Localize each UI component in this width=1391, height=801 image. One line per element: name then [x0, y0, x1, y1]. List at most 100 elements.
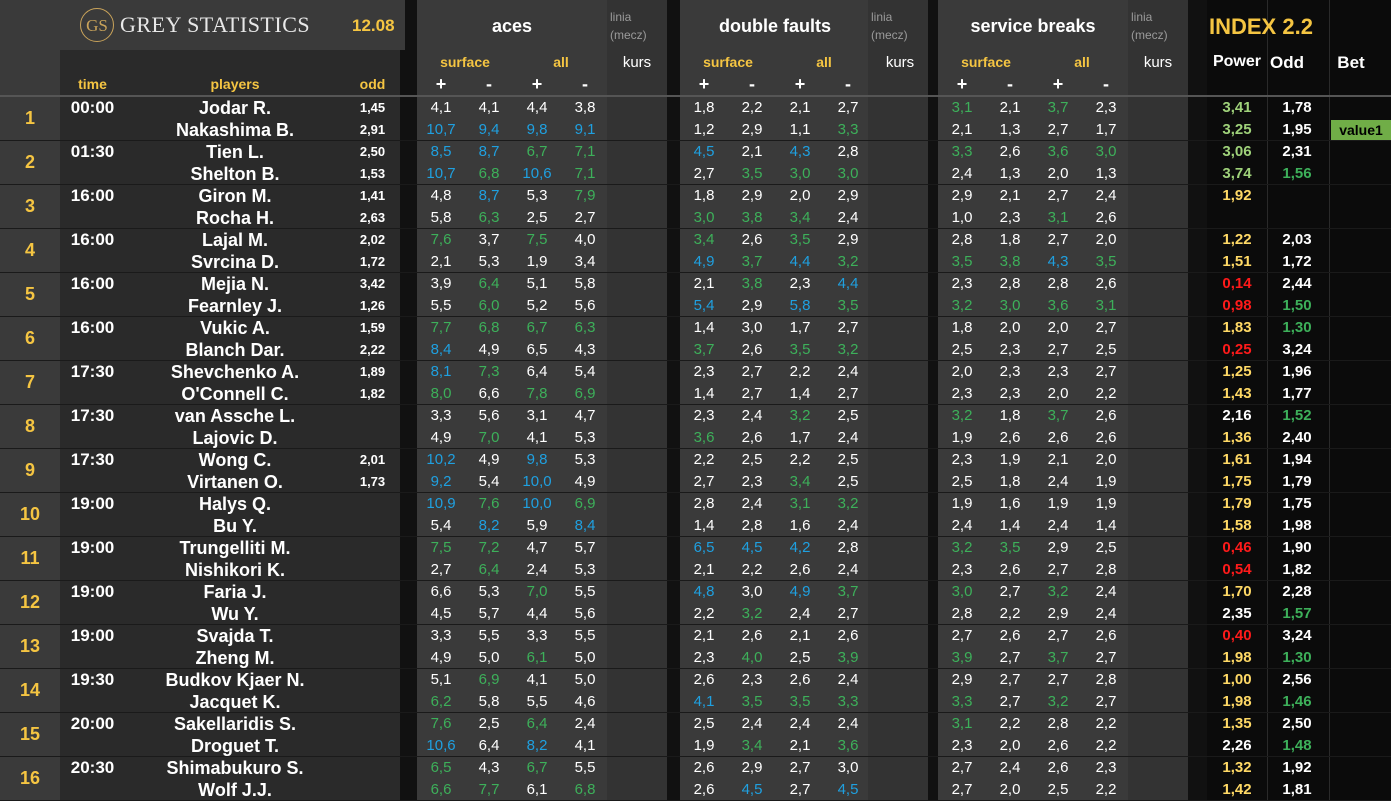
sb-stat-cell: 3,5 — [951, 253, 973, 270]
sb-stat-cell: 2,2 — [999, 715, 1021, 732]
player-name[interactable]: O'Connell C. — [125, 383, 345, 405]
aces-stat-cell: 6,4 — [478, 561, 500, 578]
df-stat-cell: 2,1 — [741, 143, 763, 160]
aces-stat-cell: 6,0 — [478, 297, 500, 314]
player-name[interactable]: van Assche L. — [125, 405, 345, 427]
player-name[interactable]: Lajal M. — [125, 229, 345, 251]
power-value: 3,74 — [1222, 165, 1252, 182]
df-stat-cell: 2,6 — [693, 781, 715, 798]
aces-stat-cell: 3,3 — [430, 407, 452, 424]
player-name[interactable]: Budkov Kjaer N. — [125, 669, 345, 691]
sb-stat-cell: 2,7 — [951, 759, 973, 776]
aces-stat-cell: 10,7 — [426, 121, 456, 138]
aces-stat-cell: 3,4 — [574, 253, 596, 270]
match-time: 16:00 — [70, 318, 115, 337]
power-value: 1,58 — [1222, 517, 1252, 534]
df-stat-cell: 3,0 — [837, 759, 859, 776]
sb-stat-cell: 1,8 — [999, 407, 1021, 424]
index-odd-value: 1,52 — [1282, 407, 1312, 424]
df-stat-cell: 2,2 — [693, 605, 715, 622]
aces-stat-cell: 8,4 — [574, 517, 596, 534]
sb-stat-cell: 2,7 — [951, 627, 973, 644]
match-number: 9 — [24, 460, 35, 480]
player-name[interactable]: Lajovic D. — [125, 427, 345, 449]
sb-stat-cell: 2,6 — [1095, 627, 1117, 644]
player-name[interactable]: Shevchenko A. — [125, 361, 345, 383]
df-stat-cell: 3,0 — [693, 209, 715, 226]
df-stat-cell: 3,2 — [789, 407, 811, 424]
df-stat-cell: 2,7 — [693, 473, 715, 490]
df-stat-cell: 2,9 — [741, 121, 763, 138]
sb-stat-cell: 1,9 — [1047, 495, 1069, 512]
sb-stat-cell: 3,0 — [1095, 143, 1117, 160]
player-name[interactable]: Jodar R. — [125, 97, 345, 119]
df-stat-cell: 2,9 — [741, 297, 763, 314]
player-name[interactable]: Giron M. — [125, 185, 345, 207]
match-time: 17:30 — [70, 450, 115, 469]
df-kurs-column-bg — [868, 0, 928, 800]
player-name[interactable]: Wolf J.J. — [125, 779, 345, 801]
player-name[interactable]: Tien L. — [125, 141, 345, 163]
aces-stat-cell: 4,9 — [574, 473, 596, 490]
player-name[interactable]: Faria J. — [125, 581, 345, 603]
player-name[interactable]: Wu Y. — [125, 603, 345, 625]
aces-stat-cell: 9,8 — [526, 451, 548, 468]
index-title: INDEX 2.2 — [1209, 14, 1313, 39]
aces-stat-cell: 7,6 — [430, 715, 452, 732]
index-odd-value: 1,82 — [1282, 561, 1312, 578]
player-name[interactable]: Svajda T. — [125, 625, 345, 647]
aces-stat-cell: 6,9 — [478, 671, 500, 688]
sb-stat-cell: 2,7 — [1095, 363, 1117, 380]
sb-stat-cell: 2,3 — [951, 561, 973, 578]
df-stat-cell: 2,7 — [837, 99, 859, 116]
player-name[interactable]: Zheng M. — [125, 647, 345, 669]
aces-stat-cell: 2,4 — [526, 561, 548, 578]
bet-badge[interactable]: value1 — [1331, 120, 1391, 140]
player-name[interactable]: Jacquet K. — [125, 691, 345, 713]
index-odd-value: 2,44 — [1282, 275, 1312, 292]
aces-stat-cell: 6,4 — [526, 363, 548, 380]
df-plus-label: + — [698, 74, 710, 94]
index-odd-value: 1,98 — [1282, 517, 1312, 534]
aces-stat-cell: 10,0 — [522, 473, 552, 490]
sb-stat-cell: 1,3 — [999, 165, 1021, 182]
sb-stat-cell: 3,9 — [951, 649, 973, 666]
match-number: 12 — [19, 592, 41, 612]
df-stat-cell: 2,2 — [741, 99, 763, 116]
index-odd-value: 2,56 — [1282, 671, 1312, 688]
sb-stat-cell: 3,5 — [1095, 253, 1117, 270]
aces-stat-cell: 4,4 — [526, 99, 548, 116]
player-name[interactable]: Fearnley J. — [125, 295, 345, 317]
aces-stat-cell: 2,1 — [430, 253, 452, 270]
player-name[interactable]: Trungelliti M. — [125, 537, 345, 559]
player-name[interactable]: Virtanen O. — [125, 471, 345, 493]
df-stat-cell: 2,1 — [693, 561, 715, 578]
aces-stat-cell: 7,6 — [478, 495, 500, 512]
player-name[interactable]: Wong C. — [125, 449, 345, 471]
group-aces: aces — [491, 16, 533, 36]
player-name[interactable]: Sakellaridis S. — [125, 713, 345, 735]
player-odd — [345, 537, 400, 559]
aces-stat-cell: 5,3 — [526, 187, 548, 204]
player-name[interactable]: Droguet T. — [125, 735, 345, 757]
player-name[interactable]: Halys Q. — [125, 493, 345, 515]
sb-stat-cell: 2,5 — [1095, 539, 1117, 556]
df-stat-cell: 3,8 — [741, 209, 763, 226]
player-name[interactable]: Nakashima B. — [125, 119, 345, 141]
sb-stat-cell: 3,3 — [951, 693, 973, 710]
aces-stat-cell: 8,2 — [526, 737, 548, 754]
player-name[interactable]: Svrcina D. — [125, 251, 345, 273]
player-name[interactable]: Bu Y. — [125, 515, 345, 537]
player-odd — [345, 427, 400, 449]
player-name[interactable]: Vukic A. — [125, 317, 345, 339]
sb-stat-cell: 2,2 — [1095, 737, 1117, 754]
player-name[interactable]: Shimabukuro S. — [125, 757, 345, 779]
player-name[interactable]: Nishikori K. — [125, 559, 345, 581]
df-stat-cell: 3,3 — [837, 121, 859, 138]
index-odd-value: 2,03 — [1282, 231, 1312, 248]
sb-stat-cell: 2,3 — [1047, 363, 1069, 380]
player-name[interactable]: Rocha H. — [125, 207, 345, 229]
player-name[interactable]: Mejia N. — [125, 273, 345, 295]
player-name[interactable]: Blanch Dar. — [125, 339, 345, 361]
player-name[interactable]: Shelton B. — [125, 163, 345, 185]
